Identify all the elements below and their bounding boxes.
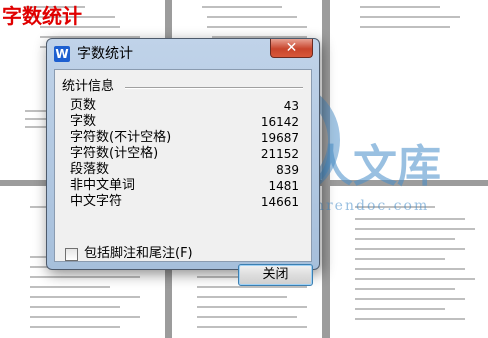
statistics-list: 页数 43 字数 16142 字符数(不计空格) 19687 字符数(计空格) …: [70, 98, 299, 210]
stat-row-words: 字数 16142: [70, 114, 299, 130]
text-line: [30, 316, 140, 318]
stat-value: 16142: [260, 115, 299, 129]
text-line: [30, 296, 140, 298]
stat-value: 21152: [260, 147, 299, 161]
text-line: [207, 16, 297, 18]
text-line: [360, 6, 440, 8]
text-line: [355, 308, 445, 310]
text-line: [197, 286, 307, 288]
wps-writer-icon: W: [54, 46, 70, 62]
word-count-dialog: W 字数统计 ✕ 统计信息 页数 43 字数 16142 字符数(不计空格) 1…: [46, 38, 320, 286]
text-line: [355, 218, 465, 220]
stat-value: 839: [276, 163, 299, 177]
close-icon: ✕: [285, 40, 298, 56]
stat-label: 字数: [70, 114, 97, 129]
text-line: [207, 26, 307, 28]
app-title: 字数统计: [2, 4, 82, 28]
text-line: [355, 248, 465, 250]
text-line: [30, 326, 120, 328]
stat-row-non-chinese-words: 非中文单词 1481: [70, 178, 299, 194]
stat-label: 段落数: [70, 162, 110, 177]
text-line: [30, 286, 110, 288]
stat-label: 页数: [70, 98, 97, 113]
text-line: [197, 326, 307, 328]
text-line: [355, 238, 455, 240]
statistics-group-label: 统计信息: [62, 79, 119, 95]
text-line: [355, 298, 465, 300]
stat-value: 19687: [260, 131, 299, 145]
stat-row-pages: 页数 43: [70, 98, 299, 114]
text-line: [30, 276, 140, 278]
stat-row-chars-no-spaces: 字符数(不计空格) 19687: [70, 130, 299, 146]
stat-label: 字符数(不计空格): [70, 130, 172, 145]
close-window-button[interactable]: ✕: [270, 39, 313, 58]
text-line: [197, 296, 287, 298]
stat-label: 字符数(计空格): [70, 146, 159, 161]
text-line: [355, 278, 475, 280]
text-line: [197, 306, 307, 308]
text-line: [355, 288, 455, 290]
text-line: [355, 228, 475, 230]
text-line: [355, 268, 465, 270]
stat-label: 非中文单词: [70, 178, 136, 193]
dialog-title: 字数统计: [77, 46, 133, 62]
include-footnotes-checkbox[interactable]: [65, 248, 78, 261]
stat-value: 1481: [268, 179, 299, 193]
text-line: [202, 6, 282, 8]
text-line: [30, 306, 120, 308]
close-button[interactable]: 关闭: [238, 264, 313, 286]
include-footnotes-label[interactable]: 包括脚注和尾注(F): [84, 246, 193, 262]
stat-value: 43: [283, 99, 299, 113]
text-line: [360, 16, 460, 18]
document-page-3: [330, 0, 488, 180]
text-line: [197, 316, 297, 318]
stat-label: 中文字符: [70, 194, 123, 209]
text-line: [355, 258, 445, 260]
group-divider: [125, 87, 303, 89]
dialog-body: 统计信息 页数 43 字数 16142 字符数(不计空格) 19687 字符数(…: [54, 69, 313, 286]
stat-row-chinese-chars: 中文字符 14661: [70, 194, 299, 210]
document-page-6: [330, 186, 488, 338]
dialog-titlebar[interactable]: W 字数统计 ✕: [47, 39, 319, 67]
stat-row-paragraphs: 段落数 839: [70, 162, 299, 178]
text-line: [355, 318, 465, 320]
text-line: [355, 206, 435, 208]
stat-value: 14661: [260, 195, 299, 209]
text-line: [360, 26, 450, 28]
stat-row-chars-with-spaces: 字符数(计空格) 21152: [70, 146, 299, 162]
